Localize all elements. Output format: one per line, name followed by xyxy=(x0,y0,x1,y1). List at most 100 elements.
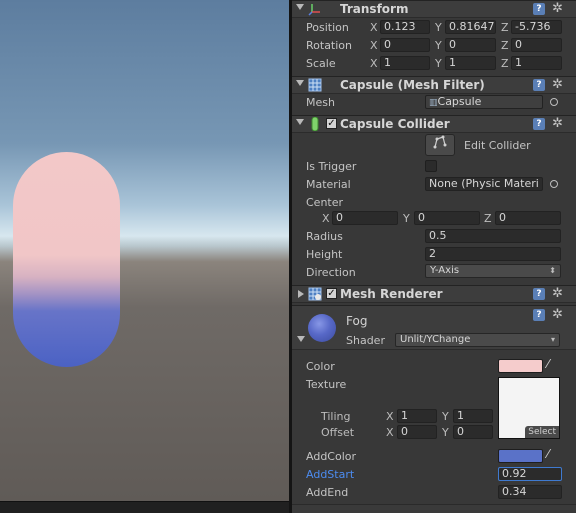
axis-x-label: X xyxy=(370,57,378,70)
axis-y-label: Y xyxy=(403,212,410,225)
scale-x-field[interactable]: 1 xyxy=(380,56,430,70)
axis-z-label: Z xyxy=(501,57,509,70)
mesh-object-field[interactable]: ▥Capsule xyxy=(425,95,543,109)
eyedropper-icon[interactable]: ⁄ xyxy=(547,357,549,371)
rotation-y-field[interactable]: 0 xyxy=(445,38,496,52)
direction-label: Direction xyxy=(306,266,356,279)
radius-label: Radius xyxy=(306,230,343,243)
fold-arrow-icon[interactable] xyxy=(298,290,304,298)
center-z-field[interactable]: 0 xyxy=(495,211,561,225)
inspector-panel: Transform ? ✲ Position X 0.123 Y 0.81647… xyxy=(292,0,576,513)
capsule-object[interactable] xyxy=(13,152,120,367)
radius-field[interactable]: 0.5 xyxy=(425,229,561,243)
help-icon[interactable]: ? xyxy=(533,79,545,91)
texture-label: Texture xyxy=(306,378,347,391)
offset-x-field[interactable]: 0 xyxy=(397,425,437,439)
scene-view[interactable] xyxy=(0,0,289,513)
help-icon[interactable]: ? xyxy=(533,118,545,130)
offset-label: Offset xyxy=(321,426,355,439)
gear-icon[interactable]: ✲ xyxy=(552,286,563,301)
scale-label: Scale xyxy=(306,57,336,70)
rotation-z-field[interactable]: 0 xyxy=(511,38,562,52)
transform-axes-icon xyxy=(308,2,322,16)
axis-y-label: Y xyxy=(435,57,442,70)
mesh-asset-icon: ▥ xyxy=(429,98,438,108)
mesh-filter-header[interactable]: Capsule (Mesh Filter) ? ✲ xyxy=(292,76,576,94)
position-y-field[interactable]: 0.81647 xyxy=(445,20,496,34)
shader-value: Unlit/YChange xyxy=(400,334,471,345)
mesh-grid-icon xyxy=(308,78,322,92)
is-trigger-label: Is Trigger xyxy=(306,160,357,173)
axis-x-label: X xyxy=(322,212,330,225)
addcolor-swatch[interactable] xyxy=(498,449,543,463)
help-icon[interactable]: ? xyxy=(533,309,545,321)
capsule-collider-header[interactable]: ✓ Capsule Collider ? ✲ xyxy=(292,115,576,133)
addstart-label: AddStart xyxy=(306,468,355,481)
fold-arrow-icon[interactable] xyxy=(296,80,304,86)
material-name: Fog xyxy=(346,314,368,328)
edit-collider-icon xyxy=(433,135,447,149)
addend-label: AddEnd xyxy=(306,486,349,499)
capsule-collider-icon xyxy=(308,116,322,132)
object-picker-icon[interactable] xyxy=(550,98,558,106)
help-icon[interactable]: ? xyxy=(533,288,545,300)
enabled-checkbox[interactable]: ✓ xyxy=(326,288,337,299)
tiling-x-field[interactable]: 1 xyxy=(397,409,437,423)
shader-label: Shader xyxy=(346,334,385,347)
fold-arrow-icon[interactable] xyxy=(296,119,304,125)
gear-icon[interactable]: ✲ xyxy=(552,1,563,16)
axis-z-label: Z xyxy=(484,212,492,225)
addcolor-label: AddColor xyxy=(306,450,357,463)
tiling-label: Tiling xyxy=(321,410,351,423)
eyedropper-icon[interactable]: ⁄ xyxy=(547,447,549,461)
scale-y-field[interactable]: 1 xyxy=(445,56,496,70)
help-icon[interactable]: ? xyxy=(533,3,545,15)
color-swatch[interactable] xyxy=(498,359,543,373)
axis-x-label: X xyxy=(370,39,378,52)
shader-dropdown[interactable]: Unlit/YChange ▾ xyxy=(395,333,560,347)
transform-header[interactable]: Transform ? ✲ xyxy=(292,0,576,18)
axis-x-label: X xyxy=(386,410,394,423)
direction-value: Y-Axis xyxy=(430,265,460,276)
edit-collider-button[interactable] xyxy=(425,134,455,156)
addstart-field[interactable]: 0.92 xyxy=(498,467,562,481)
mesh-filter-title: Capsule (Mesh Filter) xyxy=(340,78,485,92)
capsule-collider-title: Capsule Collider xyxy=(340,117,450,131)
color-label: Color xyxy=(306,360,335,373)
position-label: Position xyxy=(306,21,349,34)
enabled-checkbox[interactable]: ✓ xyxy=(326,118,337,129)
center-y-field[interactable]: 0 xyxy=(414,211,480,225)
texture-select-button[interactable]: Select xyxy=(525,426,559,438)
center-x-field[interactable]: 0 xyxy=(332,211,398,225)
physic-material-field[interactable]: None (Physic Materi xyxy=(425,177,543,191)
axis-y-label: Y xyxy=(435,21,442,34)
fold-arrow-icon[interactable] xyxy=(296,4,304,10)
addend-field[interactable]: 0.34 xyxy=(498,485,562,499)
position-x-field[interactable]: 0.123 xyxy=(380,20,430,34)
axis-y-label: Y xyxy=(435,39,442,52)
mesh-renderer-header[interactable]: ✓ Mesh Renderer ? ✲ xyxy=(292,285,576,303)
offset-y-field[interactable]: 0 xyxy=(453,425,493,439)
direction-dropdown[interactable]: Y-Axis ⬍ xyxy=(425,264,561,278)
mesh-value: Capsule xyxy=(437,95,482,108)
transform-title: Transform xyxy=(340,2,409,16)
axis-z-label: Z xyxy=(501,21,509,34)
material-preview-sphere xyxy=(308,314,336,342)
gear-icon[interactable]: ✲ xyxy=(552,77,563,92)
height-field[interactable]: 2 xyxy=(425,247,561,261)
inspector-footer xyxy=(292,504,576,513)
rotation-x-field[interactable]: 0 xyxy=(380,38,430,52)
object-picker-icon[interactable] xyxy=(550,180,558,188)
position-z-field[interactable]: -5.736 xyxy=(511,20,562,34)
is-trigger-checkbox[interactable] xyxy=(425,160,437,172)
fold-arrow-icon[interactable] xyxy=(297,336,305,342)
tiling-y-field[interactable]: 1 xyxy=(453,409,493,423)
axis-y-label: Y xyxy=(442,426,449,439)
material-header[interactable]: Fog Shader Unlit/YChange ▾ ? ✲ xyxy=(292,305,576,350)
gear-icon[interactable]: ✲ xyxy=(552,307,563,322)
edit-collider-label: Edit Collider xyxy=(464,139,531,152)
axis-x-label: X xyxy=(370,21,378,34)
texture-slot[interactable]: Select xyxy=(498,377,560,439)
scale-z-field[interactable]: 1 xyxy=(511,56,562,70)
gear-icon[interactable]: ✲ xyxy=(552,116,563,131)
